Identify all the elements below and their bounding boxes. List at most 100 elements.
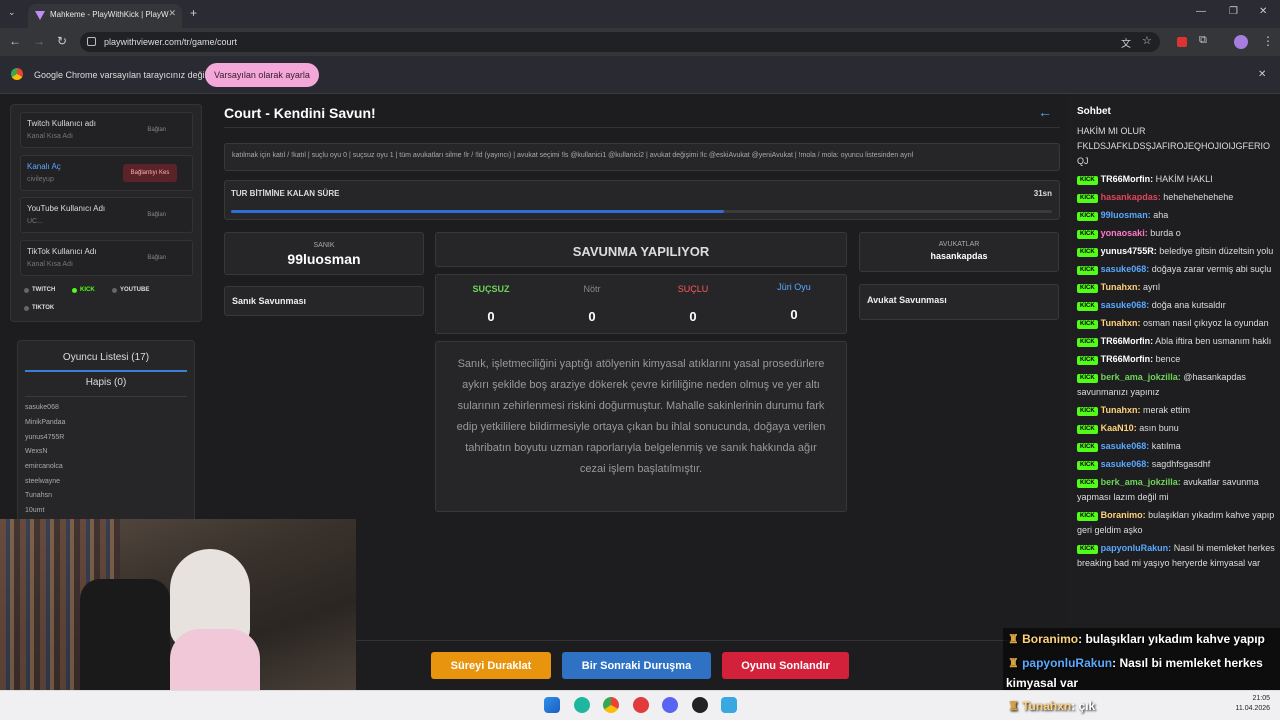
- phase-label: SAVUNMA YAPILIYOR: [572, 244, 710, 259]
- chat-text: belediye gitsin düzeltsin yolu: [1156, 246, 1274, 256]
- chat-username[interactable]: Tunahxn:: [1101, 282, 1141, 292]
- pause-timer-button[interactable]: Süreyi Duraklat: [431, 652, 551, 679]
- overlay-text: : bulaşıkları yıkadım kahve yapıp: [1078, 632, 1265, 646]
- platform-label: TIKTOK: [32, 305, 55, 311]
- menu-icon[interactable]: ⋮: [1262, 34, 1274, 48]
- chat-username[interactable]: yunus4755R:: [1101, 246, 1157, 256]
- lawyer-name: hasankapdas: [930, 251, 988, 261]
- divider: [356, 640, 1066, 641]
- chat-username[interactable]: Boranimo:: [1101, 510, 1146, 520]
- disconnect-button[interactable]: Bağlantıyı Kes: [123, 164, 177, 182]
- tiktok-account-card: TikTok Kullanıcı Adı Kanal Kısa Adı Bağl…: [20, 240, 193, 276]
- tiktok-connect-button[interactable]: Bağlan: [147, 255, 166, 261]
- overlay-user: Boranimo: [1022, 632, 1079, 646]
- twitch-channel-input[interactable]: Kanal Kısa Adı: [27, 133, 73, 140]
- chat-username[interactable]: KaaN10:: [1101, 423, 1137, 433]
- back-arrow-icon[interactable]: ←: [1038, 104, 1052, 120]
- player-list-item: steelwayne: [25, 478, 61, 485]
- set-default-button[interactable]: Varsayılan olarak ayarla: [205, 63, 319, 87]
- translate-icon[interactable]: 文: [1121, 35, 1131, 50]
- kick-badge-icon: KICK: [1077, 407, 1098, 416]
- player-list-item: emircanolca: [25, 463, 63, 470]
- minimize-icon[interactable]: —: [1196, 6, 1206, 17]
- tiktok-username-label: TikTok Kullanıcı Adı: [27, 247, 97, 256]
- chat-username[interactable]: berk_ama_jokzilla:: [1101, 372, 1181, 382]
- kick-badge-icon: KICK: [1077, 338, 1098, 347]
- phase-card: SAVUNMA YAPILIYOR: [435, 232, 847, 267]
- youtube-connect-button[interactable]: Bağlan: [147, 212, 166, 218]
- discord-icon[interactable]: [662, 697, 678, 713]
- chat-username[interactable]: TR66Morfin:: [1101, 354, 1154, 364]
- kick-badge-icon: KICK: [1077, 425, 1098, 434]
- obs-icon[interactable]: [692, 697, 708, 713]
- app-icon[interactable]: [633, 697, 649, 713]
- end-game-button[interactable]: Oyunu Sonlandır: [722, 652, 849, 679]
- player-list-tab[interactable]: Oyuncu Listesi (17): [25, 352, 187, 363]
- chat-username[interactable]: TR66Morfin:: [1101, 336, 1154, 346]
- address-bar[interactable]: playwithviewer.com/tr/game/court: [80, 32, 1160, 52]
- chat-message: KICK TR66Morfin: HAKİM HAKLI: [1077, 172, 1275, 187]
- chat-username[interactable]: Tunahxn:: [1101, 318, 1141, 328]
- back-icon[interactable]: ←: [9, 34, 21, 48]
- app-icon[interactable]: [721, 697, 737, 713]
- chat-text: aha: [1150, 210, 1169, 220]
- chat-username[interactable]: TR66Morfin:: [1101, 174, 1154, 184]
- browser-tab[interactable]: Mahkeme - PlayWithKick | PlayW ✕: [28, 4, 182, 28]
- extensions-puzzle-icon[interactable]: ⧉: [1199, 34, 1207, 47]
- profile-avatar[interactable]: [1234, 35, 1248, 49]
- gaming-chair: [80, 579, 170, 690]
- chrome-taskbar-icon[interactable]: [603, 697, 619, 713]
- chat-username[interactable]: papyonluRakun:: [1101, 543, 1172, 553]
- window-close-icon[interactable]: ✕: [1259, 6, 1267, 17]
- player-list-item: 10umt: [25, 507, 45, 514]
- new-tab-icon[interactable]: +: [190, 6, 197, 20]
- kick-badge-icon: KICK: [1077, 443, 1098, 452]
- reload-icon[interactable]: ↻: [57, 34, 67, 48]
- chat-message: KICK Tunahxn: osman nasıl çıkıyoz la oyun…: [1077, 316, 1275, 331]
- lawyer-defense-card: Avukat Savunması: [859, 284, 1059, 320]
- chat-username[interactable]: berk_ama_jokzilla:: [1101, 477, 1181, 487]
- chat-message: KICK sasuke068: doğa ana kutsaldır: [1077, 298, 1275, 313]
- windows-start-icon[interactable]: [544, 697, 560, 713]
- player-list-item: WexsN: [25, 448, 48, 455]
- kick-badge-icon: KICK: [1077, 230, 1098, 239]
- neutral-count: 0: [588, 309, 596, 324]
- edge-icon[interactable]: [574, 697, 590, 713]
- bookmark-star-icon[interactable]: ☆: [1142, 34, 1152, 47]
- chat-message: KICK sasuke068: katılma: [1077, 439, 1275, 454]
- maximize-icon[interactable]: ❐: [1229, 6, 1238, 17]
- twitch-connect-button[interactable]: Bağlan: [147, 127, 166, 133]
- tab-title: Mahkeme - PlayWithKick | PlayW: [50, 10, 169, 19]
- tiktok-channel-input[interactable]: Kanal Kısa Adı: [27, 261, 73, 268]
- tab-close-icon[interactable]: ✕: [168, 8, 176, 19]
- clock[interactable]: 21:05 11.04.2026: [1225, 694, 1270, 714]
- chat-username[interactable]: sasuke068:: [1101, 441, 1150, 451]
- tab-search-icon[interactable]: ⌄: [8, 7, 16, 18]
- chat-text: sagdhfsgasdhf: [1149, 459, 1211, 469]
- overlay-message: ♜ Tunahxn: çık: [1008, 699, 1095, 713]
- next-hearing-button[interactable]: Bir Sonraki Duruşma: [562, 652, 711, 679]
- forward-icon[interactable]: →: [33, 34, 45, 48]
- chat-username[interactable]: yonaosaki:: [1101, 228, 1148, 238]
- open-channel-link[interactable]: Kanalı Aç: [27, 162, 61, 171]
- chat-username[interactable]: sasuke068:: [1101, 264, 1150, 274]
- chat-text: hehehehehehehe: [1160, 192, 1234, 202]
- url-text: playwithviewer.com/tr/game/court: [104, 37, 238, 47]
- chat-username[interactable]: Tunahxn:: [1101, 405, 1141, 415]
- site-info-icon[interactable]: [87, 37, 96, 46]
- jail-tab[interactable]: Hapis (0): [25, 377, 187, 388]
- person: [170, 629, 260, 690]
- chat-username[interactable]: 99luosman:: [1101, 210, 1151, 220]
- defendant-card: SANIK 99luosman: [224, 232, 424, 275]
- infobar-close-icon[interactable]: ✕: [1258, 69, 1266, 80]
- extension-icon[interactable]: [1177, 37, 1187, 47]
- case-description-card: Sanık, işletmeciliğini yaptığı atölyenin…: [435, 341, 847, 512]
- chat-username[interactable]: sasuke068:: [1101, 300, 1150, 310]
- chat-username[interactable]: hasankapdas:: [1101, 192, 1161, 202]
- chat-message: KICK TR66Morfin: bence: [1077, 352, 1275, 367]
- status-dot-icon: [24, 305, 29, 311]
- chat-text: katılma: [1149, 441, 1181, 451]
- chat-username[interactable]: sasuke068:: [1101, 459, 1150, 469]
- youtube-channel-input[interactable]: UC...: [27, 218, 43, 225]
- defendant-defense-card: Sanık Savunması: [224, 286, 424, 316]
